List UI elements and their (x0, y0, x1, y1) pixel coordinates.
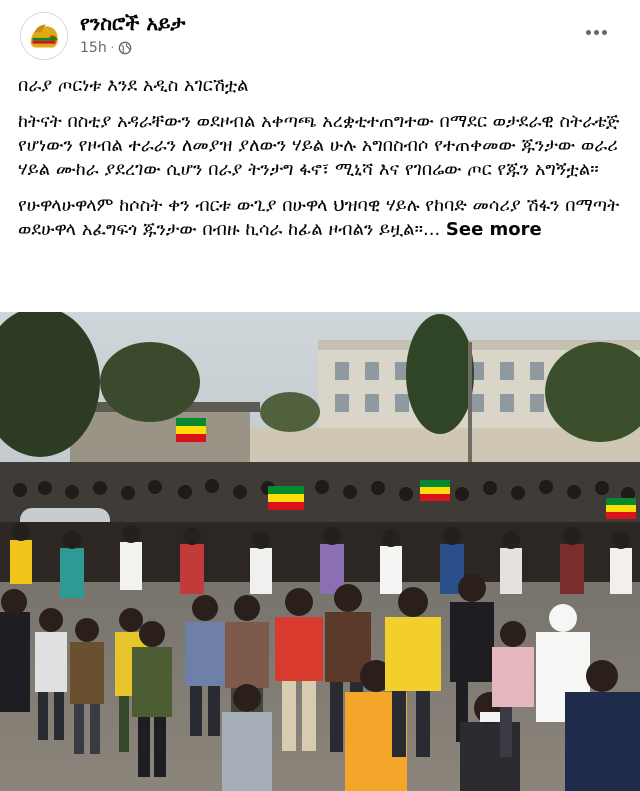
more-options-dot (585, 29, 591, 35)
page-name[interactable]: የንስሮች አይታ (80, 11, 185, 35)
post-meta: 15h · (80, 40, 132, 56)
post-timestamp[interactable]: 15h (80, 40, 107, 56)
post-paragraph-continued: የሁዋላሁዋላም ከሶስት ቀን ብርቱ ውጊያ በሁዋላ ህዝባዊ ሃይሉ የ… (18, 194, 622, 242)
crowd-photo (0, 312, 640, 791)
post-text: በራያ ጦርነቱ እንደ አዲስ አገርሽቷል ከትናት በስቲያ አዳራቸውን… (18, 74, 622, 254)
post-header: የንስሮች አይታ 15h · (0, 0, 640, 62)
more-options-button[interactable] (580, 20, 612, 44)
post-paragraph-body: ከትናት በስቲያ አዳራቸውን ወደዞብል አቀጣጫ አረቋቲተጠግተው በማ… (18, 111, 620, 180)
more-options-dot (593, 29, 599, 35)
lion-logo-icon (21, 13, 67, 59)
post-photo[interactable] (0, 312, 640, 791)
more-options-dot (601, 29, 607, 35)
see-more-link[interactable]: See more (446, 219, 542, 240)
page-avatar[interactable] (20, 12, 68, 60)
post-paragraph-headline: በራያ ጦርነቱ እንደ አዲስ አገርሽቷል (18, 75, 249, 96)
globe-icon[interactable] (118, 41, 132, 55)
meta-separator: · (110, 42, 114, 54)
